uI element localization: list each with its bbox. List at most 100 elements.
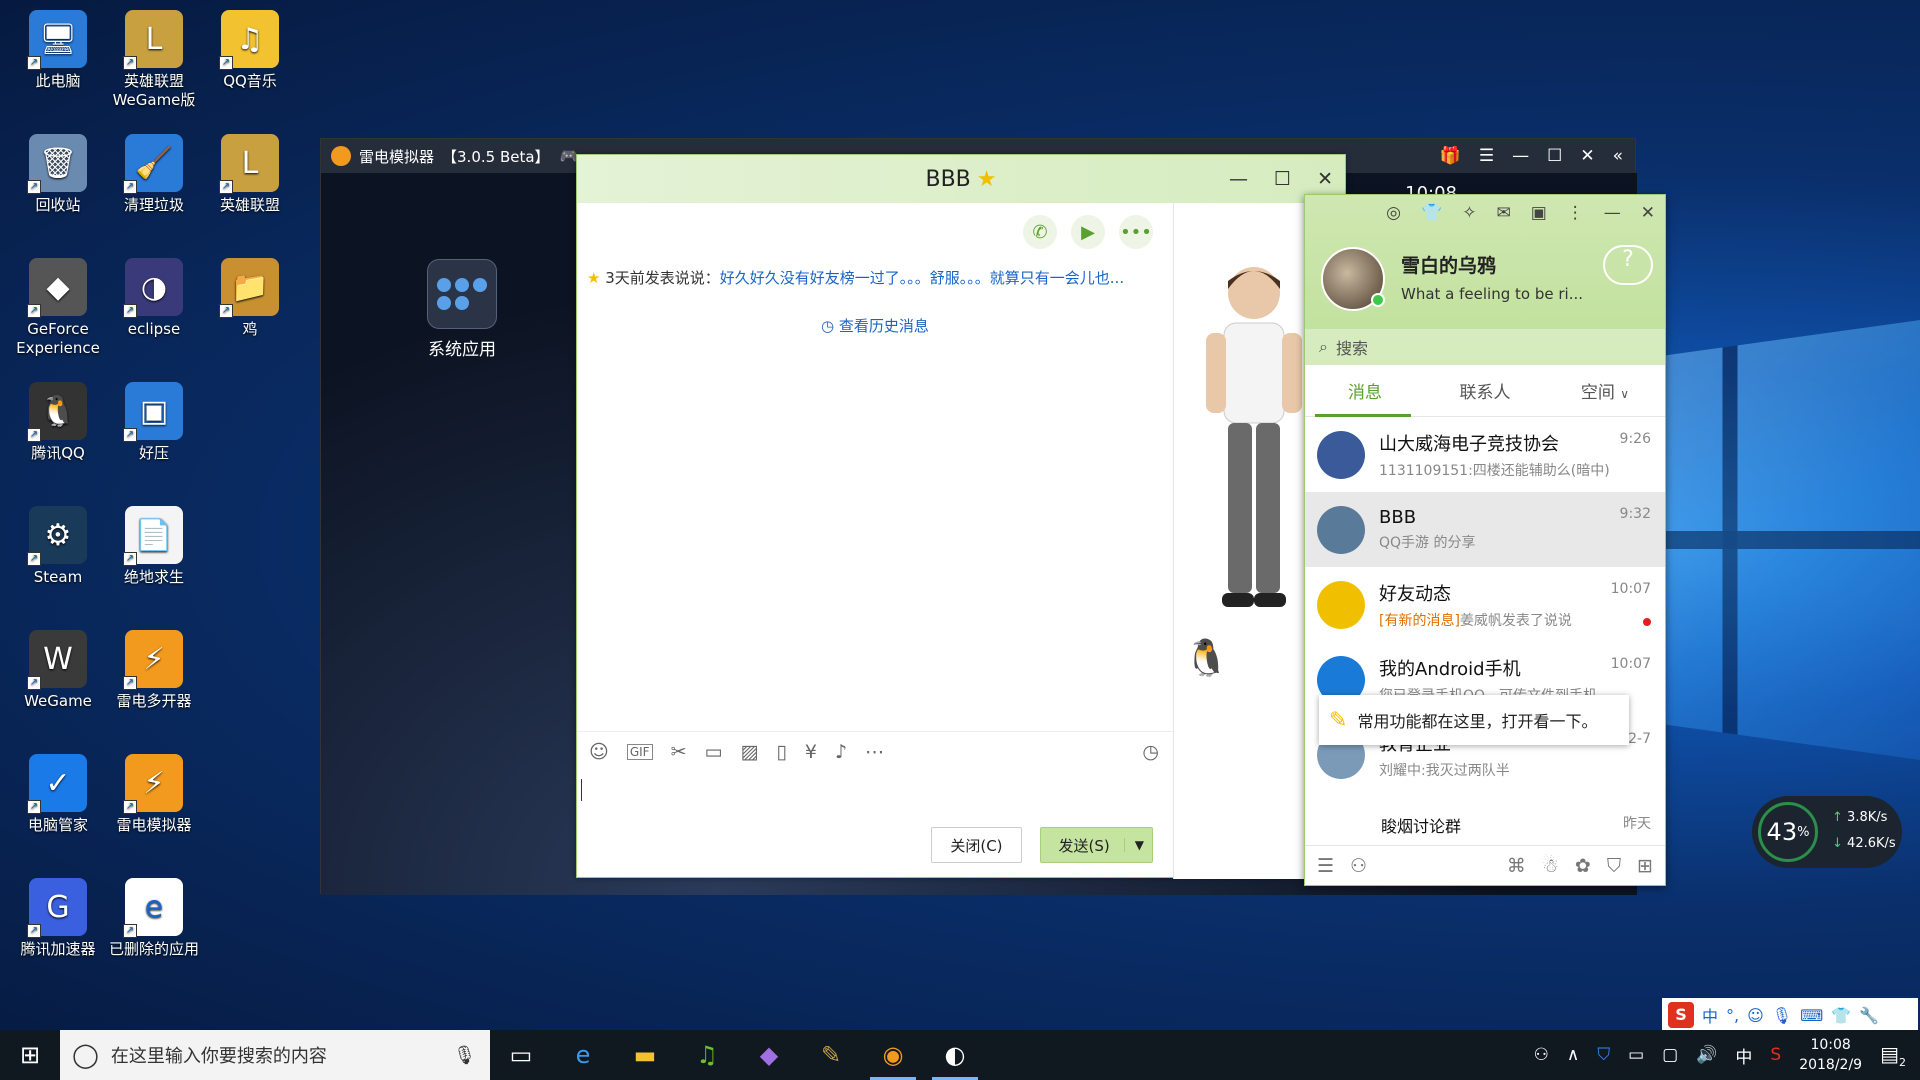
close-button[interactable]: 关闭(C) — [931, 827, 1022, 863]
desktop-icon[interactable]: ◑ ↗ eclipse — [106, 258, 202, 339]
chevron-up-icon[interactable]: ∧ — [1567, 1045, 1579, 1065]
sogou-tray-icon[interactable]: S — [1770, 1045, 1781, 1065]
notification-center-icon[interactable]: ▤2 — [1880, 1042, 1906, 1069]
video-call-icon[interactable]: ▶ — [1071, 215, 1105, 249]
medal-icon[interactable]: ◎ — [1386, 203, 1401, 223]
clock[interactable]: 10:08 2018/2/9 — [1799, 1035, 1862, 1075]
message-input[interactable] — [581, 779, 1169, 801]
close-icon[interactable]: ✕ — [1317, 168, 1333, 190]
main-menu-icon[interactable]: ☰ — [1317, 855, 1334, 877]
tab-qzone[interactable]: 空间 ∨ — [1545, 378, 1665, 403]
more-icon[interactable]: ⋮ — [1567, 203, 1584, 223]
mic-icon[interactable]: 🎙 — [1772, 1006, 1792, 1025]
ime-toolbar[interactable]: S 中 °, ☺ 🎙 ⌨ 👕 🔧 — [1662, 998, 1918, 1032]
mail-icon[interactable]: ✉ — [1496, 203, 1510, 223]
history-link[interactable]: ◷ 查看历史消息 — [577, 315, 1173, 336]
desktop-icon[interactable]: e ↗ 已删除的应用 — [106, 878, 202, 959]
mic-icon[interactable]: 🎙 — [453, 1045, 476, 1066]
gif-icon[interactable]: GIF — [626, 743, 653, 760]
edge-icon[interactable]: e — [552, 1030, 614, 1080]
battery-icon[interactable]: ▭ — [1628, 1045, 1644, 1065]
desktop-icon[interactable]: 📄 ↗ 绝地求生 — [106, 506, 202, 587]
maximize-icon[interactable]: ☐ — [1547, 146, 1562, 166]
system-apps-folder[interactable]: 系统应用 — [417, 259, 507, 360]
tab-messages[interactable]: 消息 — [1305, 378, 1425, 403]
signature[interactable]: What a feeling to be ri... — [1401, 285, 1583, 303]
qq-penguin-icon[interactable]: 🐧 — [1184, 637, 1229, 679]
avatar[interactable] — [1321, 247, 1385, 311]
star-icon[interactable]: ✧ — [1462, 203, 1476, 223]
gift-icon[interactable]: 🎁 — [1440, 146, 1461, 166]
message-history-icon[interactable]: ◷ — [1142, 741, 1159, 763]
online-status-icon[interactable] — [1371, 293, 1385, 307]
folder-icon[interactable]: ▭ — [704, 741, 722, 763]
keyboard-icon[interactable]: ⌨ — [1800, 1006, 1823, 1025]
close-icon[interactable]: ✕ — [1580, 146, 1594, 166]
desktop-icon[interactable]: 🗑 ↗ 回收站 — [10, 134, 106, 215]
desktop-icon[interactable]: L ↗ 英雄联盟 — [202, 134, 298, 215]
people-icon[interactable]: ⚇ — [1534, 1045, 1549, 1065]
desktop-icon[interactable]: ⚡ ↗ 雷电多开器 — [106, 630, 202, 711]
ime-indicator[interactable]: 中 — [1735, 1043, 1752, 1068]
desktop-icon[interactable]: ⚡ ↗ 雷电模拟器 — [106, 754, 202, 835]
screenshot-icon[interactable]: ✂ — [671, 741, 687, 763]
desktop-icon[interactable]: 🖥 ↗ 此电脑 — [10, 10, 106, 91]
weather-icon[interactable]: ? — [1603, 245, 1653, 285]
tools-icon[interactable]: 🔧 — [1859, 1006, 1879, 1025]
send-button[interactable]: 发送(S) ▼ — [1039, 827, 1153, 863]
chevron-down-icon[interactable]: ▼ — [1123, 838, 1144, 852]
partial-conversation-name[interactable]: 睃烟讨论群 — [1381, 813, 1461, 835]
search-input[interactable]: ⌕ 搜索 — [1305, 329, 1665, 365]
network-icon[interactable]: ▢ — [1662, 1045, 1678, 1065]
desktop-icon[interactable]: W ↗ WeGame — [10, 630, 106, 711]
desktop-icon[interactable]: ✓ ↗ 电脑管家 — [10, 754, 106, 835]
ime-lang[interactable]: 中 — [1702, 1003, 1718, 1027]
tools-icon[interactable]: ✎ — [800, 1030, 862, 1080]
mood-link[interactable]: 好久好久没有好友榜一过了。。。舒服。。。就算只有一会儿也... — [720, 269, 1124, 287]
emoji-icon[interactable]: ☺ — [589, 741, 609, 763]
minimize-icon[interactable]: — — [1512, 146, 1529, 166]
minimize-icon[interactable]: — — [1229, 168, 1248, 190]
tab-contacts[interactable]: 联系人 — [1425, 378, 1545, 403]
conversation-item[interactable]: BBB QQ手游 的分享 9:32 — [1305, 492, 1665, 567]
qq-music-icon[interactable]: ♫ — [676, 1030, 738, 1080]
emoji-icon[interactable]: ☺ — [1747, 1006, 1764, 1025]
music-icon[interactable]: ♪ — [835, 741, 847, 763]
qq-chat-taskbar-icon[interactable]: ◐ — [924, 1030, 986, 1080]
collapse-sidebar-icon[interactable]: « — [1613, 146, 1623, 166]
close-icon[interactable]: ✕ — [1641, 203, 1655, 223]
desktop-icon[interactable]: 📁 ↗ 鸡 — [202, 258, 298, 339]
task-view-icon[interactable]: ▭ — [490, 1030, 552, 1080]
image-icon[interactable]: ▨ — [740, 741, 758, 763]
shirt-icon[interactable]: 👕 — [1421, 203, 1442, 223]
start-button[interactable]: ⊞ — [0, 1030, 60, 1080]
shield-icon[interactable]: ⛉ — [1607, 855, 1621, 877]
red-packet-icon[interactable]: ¥ — [805, 741, 817, 763]
desktop-icon[interactable]: ◆ ↗ GeForce Experience — [10, 258, 106, 358]
skin-icon[interactable]: 👕 — [1831, 1006, 1851, 1025]
desktop-icon[interactable]: L ↗ 英雄联盟WeGame版 — [106, 10, 202, 110]
game-icon[interactable]: ⌘ — [1507, 855, 1526, 877]
penguin-icon[interactable]: ☃ — [1542, 855, 1559, 877]
volume-icon[interactable]: 🔊 — [1696, 1045, 1717, 1065]
voice-call-icon[interactable]: ✆ — [1023, 215, 1057, 249]
flower-icon[interactable]: ✿ — [1575, 855, 1591, 877]
desktop-icon[interactable]: ♫ ↗ QQ音乐 — [202, 10, 298, 91]
taskbar-search[interactable]: ◯ 在这里输入你要搜索的内容 🎙 — [60, 1030, 490, 1080]
leidian-taskbar-icon[interactable]: ◉ — [862, 1030, 924, 1080]
shield-icon[interactable]: ⛉ — [1597, 1045, 1610, 1065]
apps-grid-icon[interactable]: ⊞ — [1637, 855, 1653, 877]
desktop-icon[interactable]: ▣ ↗ 好压 — [106, 382, 202, 463]
minimize-icon[interactable]: — — [1604, 203, 1621, 223]
punctuation-icon[interactable]: °, — [1726, 1006, 1739, 1025]
network-speed-widget[interactable]: 43% ↑ 3.8K/s ↓ 42.6K/s — [1752, 796, 1902, 868]
feature-tip-popup[interactable]: ✎ 常用功能都在这里，打开看一下。 — [1319, 695, 1629, 745]
desktop-icon[interactable]: 🧹 ↗ 清理垃圾 — [106, 134, 202, 215]
more-icon[interactable]: ••• — [1119, 215, 1153, 249]
menu-icon[interactable]: ☰ — [1479, 146, 1494, 166]
conversation-item[interactable]: 山大威海电子竞技协会 1131109151:四楼还能辅助么(暗中) 9:26 — [1305, 417, 1665, 492]
conversation-item[interactable]: 好友动态 [有新的消息]姜威帆发表了说说 10:07 — [1305, 567, 1665, 642]
shake-icon[interactable]: ▯ — [776, 741, 786, 763]
visual-studio-icon[interactable]: ◆ — [738, 1030, 800, 1080]
maximize-icon[interactable]: ☐ — [1274, 168, 1291, 190]
